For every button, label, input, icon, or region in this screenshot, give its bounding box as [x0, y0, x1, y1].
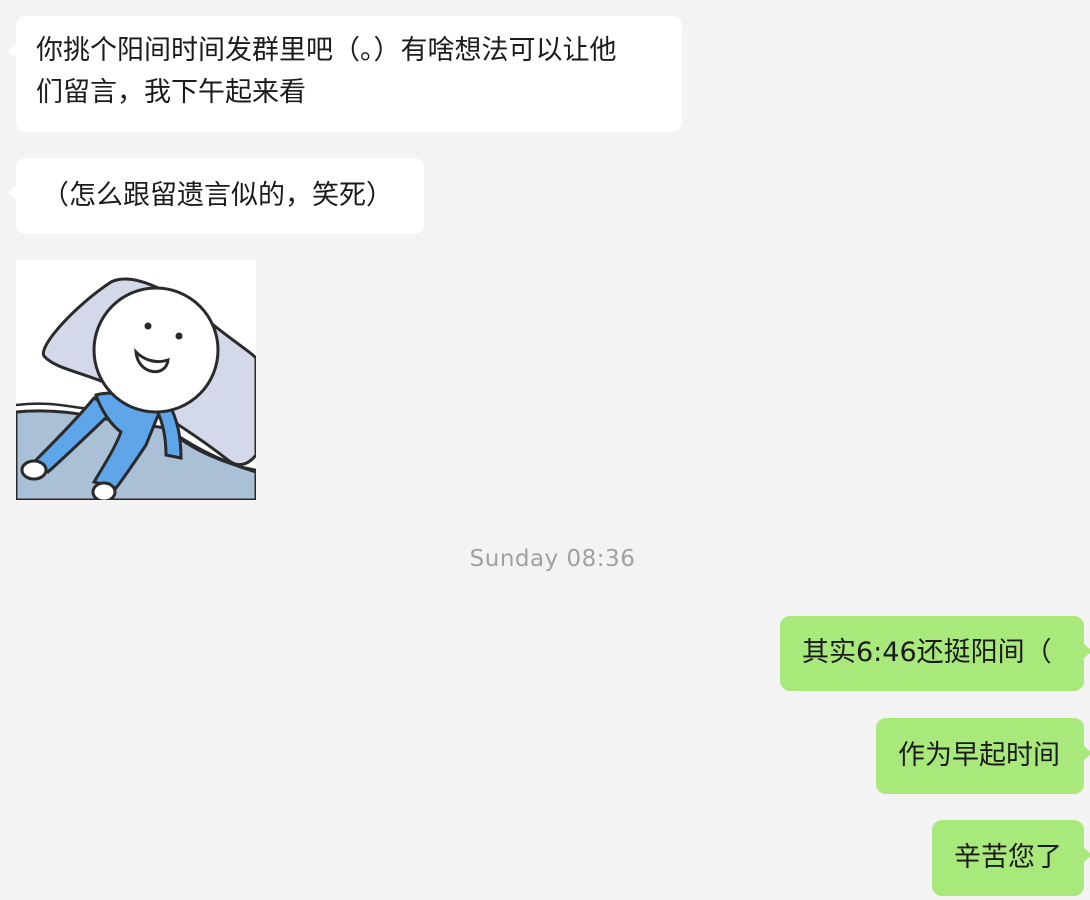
sticker-message[interactable] — [16, 260, 256, 500]
message-text: 其实6:46还挺阳间（ — [802, 637, 1052, 668]
incoming-message-bubble[interactable]: （怎么跟留遗言似的，笑死） — [8, 158, 424, 234]
message-text-line: 们留言，我下午起来看 — [36, 77, 306, 108]
right-hand — [91, 481, 117, 500]
left-hand — [20, 459, 48, 481]
outgoing-message-bubble[interactable]: 作为早起时间 — [876, 718, 1090, 794]
message-text: 辛苦您了 — [954, 842, 1062, 873]
incoming-message-bubble[interactable]: 你挑个阳间时间发群里吧（。）有啥想法可以让他 们留言，我下午起来看 — [8, 16, 682, 132]
outgoing-message-bubble[interactable]: 其实6:46还挺阳间（ — [780, 616, 1090, 691]
head — [92, 286, 220, 414]
outgoing-message-bubble[interactable]: 辛苦您了 — [932, 820, 1090, 896]
message-text-line: 你挑个阳间时间发群里吧（。）有啥想法可以让他 — [36, 35, 617, 66]
chat-timestamp: Sunday 08:36 — [469, 546, 636, 572]
left-eye — [144, 322, 152, 330]
right-eye — [175, 332, 183, 340]
lying-in-bed-smiling-sticker-icon — [16, 260, 256, 500]
message-text: 作为早起时间 — [898, 740, 1060, 771]
message-text: （怎么跟留遗言似的，笑死） — [42, 180, 393, 211]
